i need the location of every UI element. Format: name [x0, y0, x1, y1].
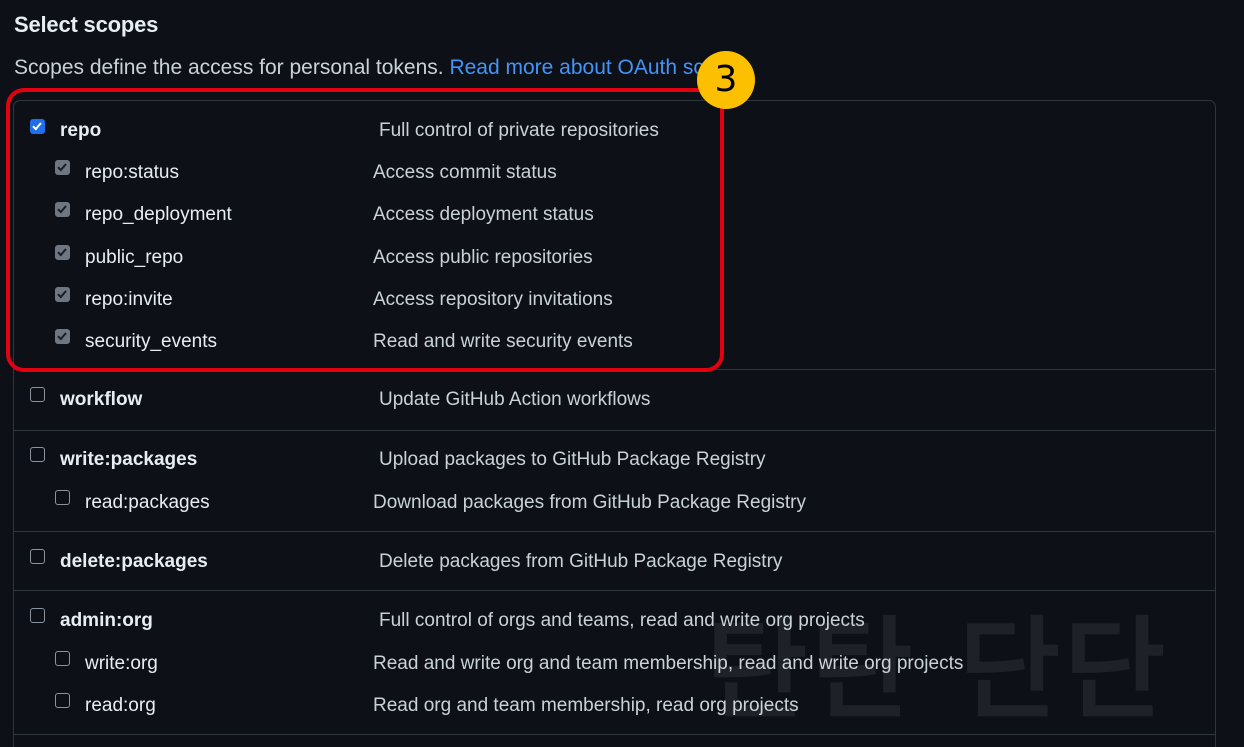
scope-name: security_events: [85, 331, 218, 352]
section-description: Scopes define the access for personal to…: [14, 56, 755, 80]
description-text: Scopes define the access for personal to…: [14, 56, 444, 79]
section-title: Select scopes: [14, 12, 159, 37]
scope-group-repo: repo Full control of private repositorie…: [14, 101, 1215, 370]
scope-description: Read org and team membership, read org p…: [373, 695, 799, 716]
read-org-checkbox[interactable]: [55, 693, 70, 708]
scope-row-write-org: write:org Read and write org and team me…: [14, 648, 1215, 678]
scope-row-security-events: security_events Read and write security …: [14, 327, 1215, 357]
write-org-checkbox[interactable]: [55, 651, 70, 666]
scope-row-workflow: workflow Update GitHub Action workflows: [14, 385, 1215, 415]
scope-name: repo: [60, 120, 102, 141]
scope-row-repo-invite: repo:invite Access repository invitation…: [14, 285, 1215, 315]
scope-name: public_repo: [85, 247, 184, 268]
scope-group-delete-packages: delete:packages Delete packages from Git…: [14, 532, 1215, 591]
scope-description: Access repository invitations: [373, 289, 613, 310]
scope-name: repo:status: [85, 162, 179, 183]
checkmark-icon: [57, 248, 67, 257]
admin-org-checkbox[interactable]: [30, 608, 45, 623]
scope-row-write-packages: write:packages Upload packages to GitHub…: [14, 445, 1215, 475]
scope-name: repo_deployment: [85, 204, 232, 225]
scope-description: Delete packages from GitHub Package Regi…: [379, 551, 783, 572]
scope-description: Read and write org and team membership, …: [373, 653, 964, 674]
delete-packages-checkbox[interactable]: [30, 549, 45, 564]
scope-name: repo:invite: [85, 289, 173, 310]
scope-description: Full control of private repositories: [379, 120, 659, 141]
scope-row-delete-packages: delete:packages Delete packages from Git…: [14, 547, 1215, 577]
scope-row-public-repo: public_repo Access public repositories: [14, 243, 1215, 273]
step-badge: 3: [697, 51, 755, 109]
checkmark-icon: [57, 290, 67, 299]
workflow-checkbox[interactable]: [30, 387, 45, 402]
scope-row-repo-deployment: repo_deployment Access deployment status: [14, 200, 1215, 230]
scope-group-workflow: workflow Update GitHub Action workflows: [14, 370, 1215, 431]
scope-description: Read and write security events: [373, 331, 633, 352]
scope-description: Access deployment status: [373, 204, 594, 225]
scope-description: Access public repositories: [373, 247, 593, 268]
security-events-checkbox[interactable]: [55, 329, 70, 344]
scope-name: admin:org: [60, 610, 153, 631]
scope-row-repo-status: repo:status Access commit status: [14, 158, 1215, 188]
write-packages-checkbox[interactable]: [30, 447, 45, 462]
checkmark-icon: [57, 205, 67, 214]
scope-row-read-packages: read:packages Download packages from Git…: [14, 487, 1215, 517]
scope-description: Download packages from GitHub Package Re…: [373, 492, 806, 513]
scope-name: read:org: [85, 695, 156, 716]
scopes-page: Select scopes Scopes define the access f…: [0, 0, 1244, 747]
scope-name: delete:packages: [60, 551, 208, 572]
scope-list: repo Full control of private repositorie…: [13, 100, 1216, 747]
public-repo-checkbox[interactable]: [55, 245, 70, 260]
scope-name: workflow: [60, 389, 143, 410]
scope-name: write:packages: [60, 449, 198, 470]
checkmark-icon: [32, 122, 42, 131]
repo-status-checkbox[interactable]: [55, 160, 70, 175]
scope-description: Full control of orgs and teams, read and…: [379, 610, 865, 631]
scope-row-read-org: read:org Read org and team membership, r…: [14, 690, 1215, 720]
scope-description: Update GitHub Action workflows: [379, 389, 651, 410]
scope-group-packages: write:packages Upload packages to GitHub…: [14, 431, 1215, 532]
scope-row-repo: repo Full control of private repositorie…: [14, 116, 1215, 146]
scope-name: write:org: [85, 653, 158, 674]
checkmark-icon: [57, 163, 67, 172]
checkmark-icon: [57, 332, 67, 341]
scope-group-admin-org: admin:org Full control of orgs and teams…: [14, 591, 1215, 735]
scope-row-admin-org: admin:org Full control of orgs and teams…: [14, 606, 1215, 636]
scope-description: Upload packages to GitHub Package Regist…: [379, 449, 766, 470]
repo-invite-checkbox[interactable]: [55, 287, 70, 302]
repo-deployment-checkbox[interactable]: [55, 202, 70, 217]
read-packages-checkbox[interactable]: [55, 490, 70, 505]
scope-description: Access commit status: [373, 162, 557, 183]
repo-checkbox[interactable]: [30, 119, 45, 134]
scope-name: read:packages: [85, 492, 210, 513]
